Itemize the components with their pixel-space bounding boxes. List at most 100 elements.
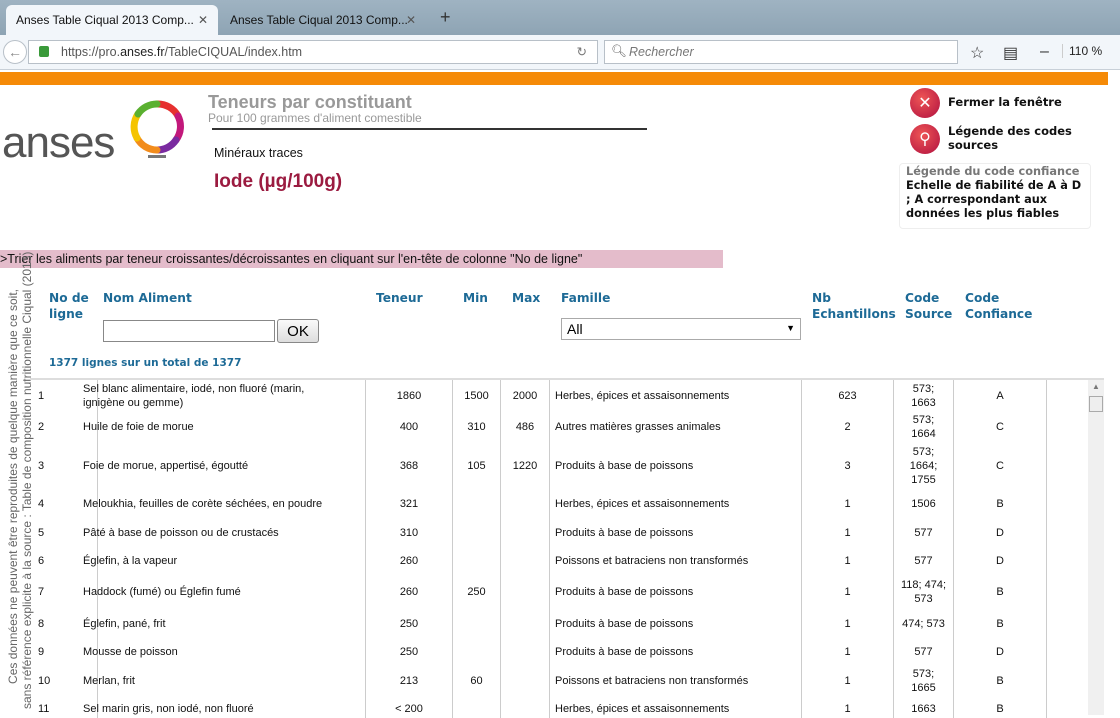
cell-teneur: 321 xyxy=(399,498,419,510)
browser-tab[interactable]: Anses Table Ciqual 2013 Comp... ✕ xyxy=(220,5,426,35)
browser-tab-bar: Anses Table Ciqual 2013 Comp... ✕ Anses T… xyxy=(0,0,1120,35)
filter-ok-button[interactable]: OK xyxy=(277,319,319,343)
lock-icon xyxy=(39,46,49,57)
cell-min: 310 xyxy=(467,420,486,433)
cell-conf: B xyxy=(996,617,1004,630)
cell-min: 60 xyxy=(470,674,483,687)
zoom-level[interactable]: 110 % xyxy=(1062,44,1102,58)
table-row[interactable]: 4 Meloukhia, feuilles de corète séchées, … xyxy=(30,490,1104,518)
zoom-out-button[interactable]: – xyxy=(1040,43,1049,61)
cell-source: 1506 xyxy=(911,498,936,510)
bookmark-star-icon[interactable]: ☆ xyxy=(970,43,984,63)
cell-no: 5 xyxy=(38,526,45,539)
anses-logo-flower-icon xyxy=(130,100,184,158)
cell-source: 573; 1663 xyxy=(911,382,936,409)
cell-nb: 1 xyxy=(844,555,851,567)
legend-sources-link[interactable]: ⚲ Légende des codes sources xyxy=(910,124,1088,154)
header-accent-bar xyxy=(0,72,1108,85)
cell-nb: 1 xyxy=(844,646,851,658)
cell-conf: B xyxy=(996,498,1004,510)
cell-source: 474; 573 xyxy=(902,617,945,630)
browser-tab-active[interactable]: Anses Table Ciqual 2013 Comp... ✕ xyxy=(6,5,218,35)
cell-nb: 1 xyxy=(844,586,851,598)
famille-select[interactable]: All ▼ xyxy=(561,318,801,340)
url-bar[interactable]: https://pro.anses.fr/TableCIQUAL/index.h… xyxy=(28,40,598,64)
cell-teneur: 400 xyxy=(399,420,419,433)
cell-famille: Herbes, épices et assaisonnements xyxy=(555,389,730,402)
sort-hint: >Trier les aliments par teneur croissant… xyxy=(0,250,723,268)
col-header-max: Max xyxy=(512,291,541,305)
reading-list-icon[interactable]: ▤ xyxy=(1003,43,1018,63)
back-button[interactable]: ← xyxy=(3,40,27,64)
cell-famille: Produits à base de poissons xyxy=(555,646,694,658)
close-window-label: Fermer la fenêtre xyxy=(948,95,1062,109)
table-row[interactable]: 2 Huile de foie de morue 400 310 486 Autres m… xyxy=(30,411,1104,442)
table-row[interactable]: 8 Églefin, pané, frit 250 Produits à base d… xyxy=(30,609,1104,638)
cell-conf: D xyxy=(996,555,1004,567)
cell-nom: Huile de foie de morue xyxy=(83,420,194,433)
cell-max: 2000 xyxy=(512,389,538,402)
cell-teneur: 260 xyxy=(399,586,419,598)
close-icon: ✕ xyxy=(910,88,940,118)
cell-source: 577 xyxy=(914,526,933,539)
cell-famille: Produits à base de poissons xyxy=(555,617,694,630)
cell-no: 10 xyxy=(38,674,51,687)
cell-famille: Herbes, épices et assaisonnements xyxy=(555,703,730,715)
close-window-link[interactable]: ✕ Fermer la fenêtre xyxy=(910,88,1062,118)
cell-max: 1220 xyxy=(512,460,538,472)
cell-nom: Haddock (fumé) ou Églefin fumé xyxy=(83,586,241,598)
cell-min: 250 xyxy=(467,586,486,598)
browser-nav-bar: ← https://pro.anses.fr/TableCIQUAL/index… xyxy=(0,35,1120,70)
cell-famille: Poissons et batraciens non transformés xyxy=(555,555,749,567)
col-header-nb: Nb Echantillons xyxy=(812,291,896,321)
table-row[interactable]: 1 Sel blanc alimentaire, iodé, non fluoré… xyxy=(30,380,1104,411)
cell-nom: Églefin, pané, frit xyxy=(83,617,166,630)
scroll-thumb[interactable] xyxy=(1089,396,1103,412)
scroll-up-icon[interactable]: ▲ xyxy=(1092,382,1100,391)
cell-nb: 1 xyxy=(844,617,851,630)
url-prefix: https://pro. xyxy=(61,45,121,59)
cell-min: 1500 xyxy=(464,389,489,402)
cell-max: 486 xyxy=(515,420,535,433)
disclaimer-line: Ces données ne peuvent être reproduites … xyxy=(6,289,20,684)
table-row[interactable]: 3 Foie de morue, appertisé, égoutté 368 105… xyxy=(30,442,1104,490)
cell-source: 1663 xyxy=(911,703,936,715)
header-divider xyxy=(212,128,647,130)
magnifier-icon: ⚲ xyxy=(910,124,940,154)
cell-nb: 1 xyxy=(844,498,851,510)
tab-title: Anses Table Ciqual 2013 Comp... xyxy=(230,13,408,27)
row-count: 1377 lignes sur un total de 1377 xyxy=(49,357,242,369)
cell-no: 11 xyxy=(38,703,50,715)
table-row[interactable]: 5 Pâté à base de poisson ou de crustacés 3… xyxy=(30,518,1104,547)
col-header-no[interactable]: No de ligne xyxy=(49,290,99,322)
cell-famille: Produits à base de poissons xyxy=(555,586,694,598)
cell-nom: Mousse de poisson xyxy=(83,646,178,658)
search-placeholder: Rechercher xyxy=(629,45,694,59)
legend-title: Légende du code confiance xyxy=(906,165,1080,178)
col-header-teneur: Teneur xyxy=(376,291,423,305)
anses-logo: anses xyxy=(2,118,115,167)
cell-teneur: 213 xyxy=(399,674,419,687)
cell-nb: 1 xyxy=(844,526,851,539)
cell-min: 105 xyxy=(467,460,486,472)
table-row[interactable]: 10 Merlan, frit 213 60 Poissons et batracien… xyxy=(30,666,1104,695)
cell-nb: 1 xyxy=(844,674,851,687)
reload-icon[interactable]: ↻ xyxy=(577,44,587,59)
food-name-filter-input[interactable] xyxy=(103,320,275,342)
cell-teneur: 368 xyxy=(399,460,419,472)
cell-nom: Églefin, à la vapeur xyxy=(83,555,178,567)
cell-famille: Autres matières grasses animales xyxy=(555,420,721,433)
table-row[interactable]: 7 Haddock (fumé) ou Églefin fumé 260 250 Pro… xyxy=(30,575,1104,609)
cell-source: 577 xyxy=(914,646,933,658)
table-scrollbar[interactable]: ▲ xyxy=(1088,380,1104,715)
cell-conf: D xyxy=(996,526,1004,539)
table-row[interactable]: 6 Églefin, à la vapeur 260 Poissons et batr… xyxy=(30,547,1104,575)
cell-teneur: 310 xyxy=(399,526,419,539)
cell-famille: Herbes, épices et assaisonnements xyxy=(555,498,730,510)
table-row[interactable]: 9 Mousse de poisson 250 Produits à base de … xyxy=(30,638,1104,666)
cell-teneur: 250 xyxy=(399,646,419,658)
new-tab-button[interactable]: + xyxy=(440,7,451,28)
close-tab-icon[interactable]: ✕ xyxy=(198,13,208,27)
close-tab-icon[interactable]: ✕ xyxy=(406,13,416,27)
search-input[interactable]: 🔍︎ Rechercher xyxy=(604,40,958,64)
